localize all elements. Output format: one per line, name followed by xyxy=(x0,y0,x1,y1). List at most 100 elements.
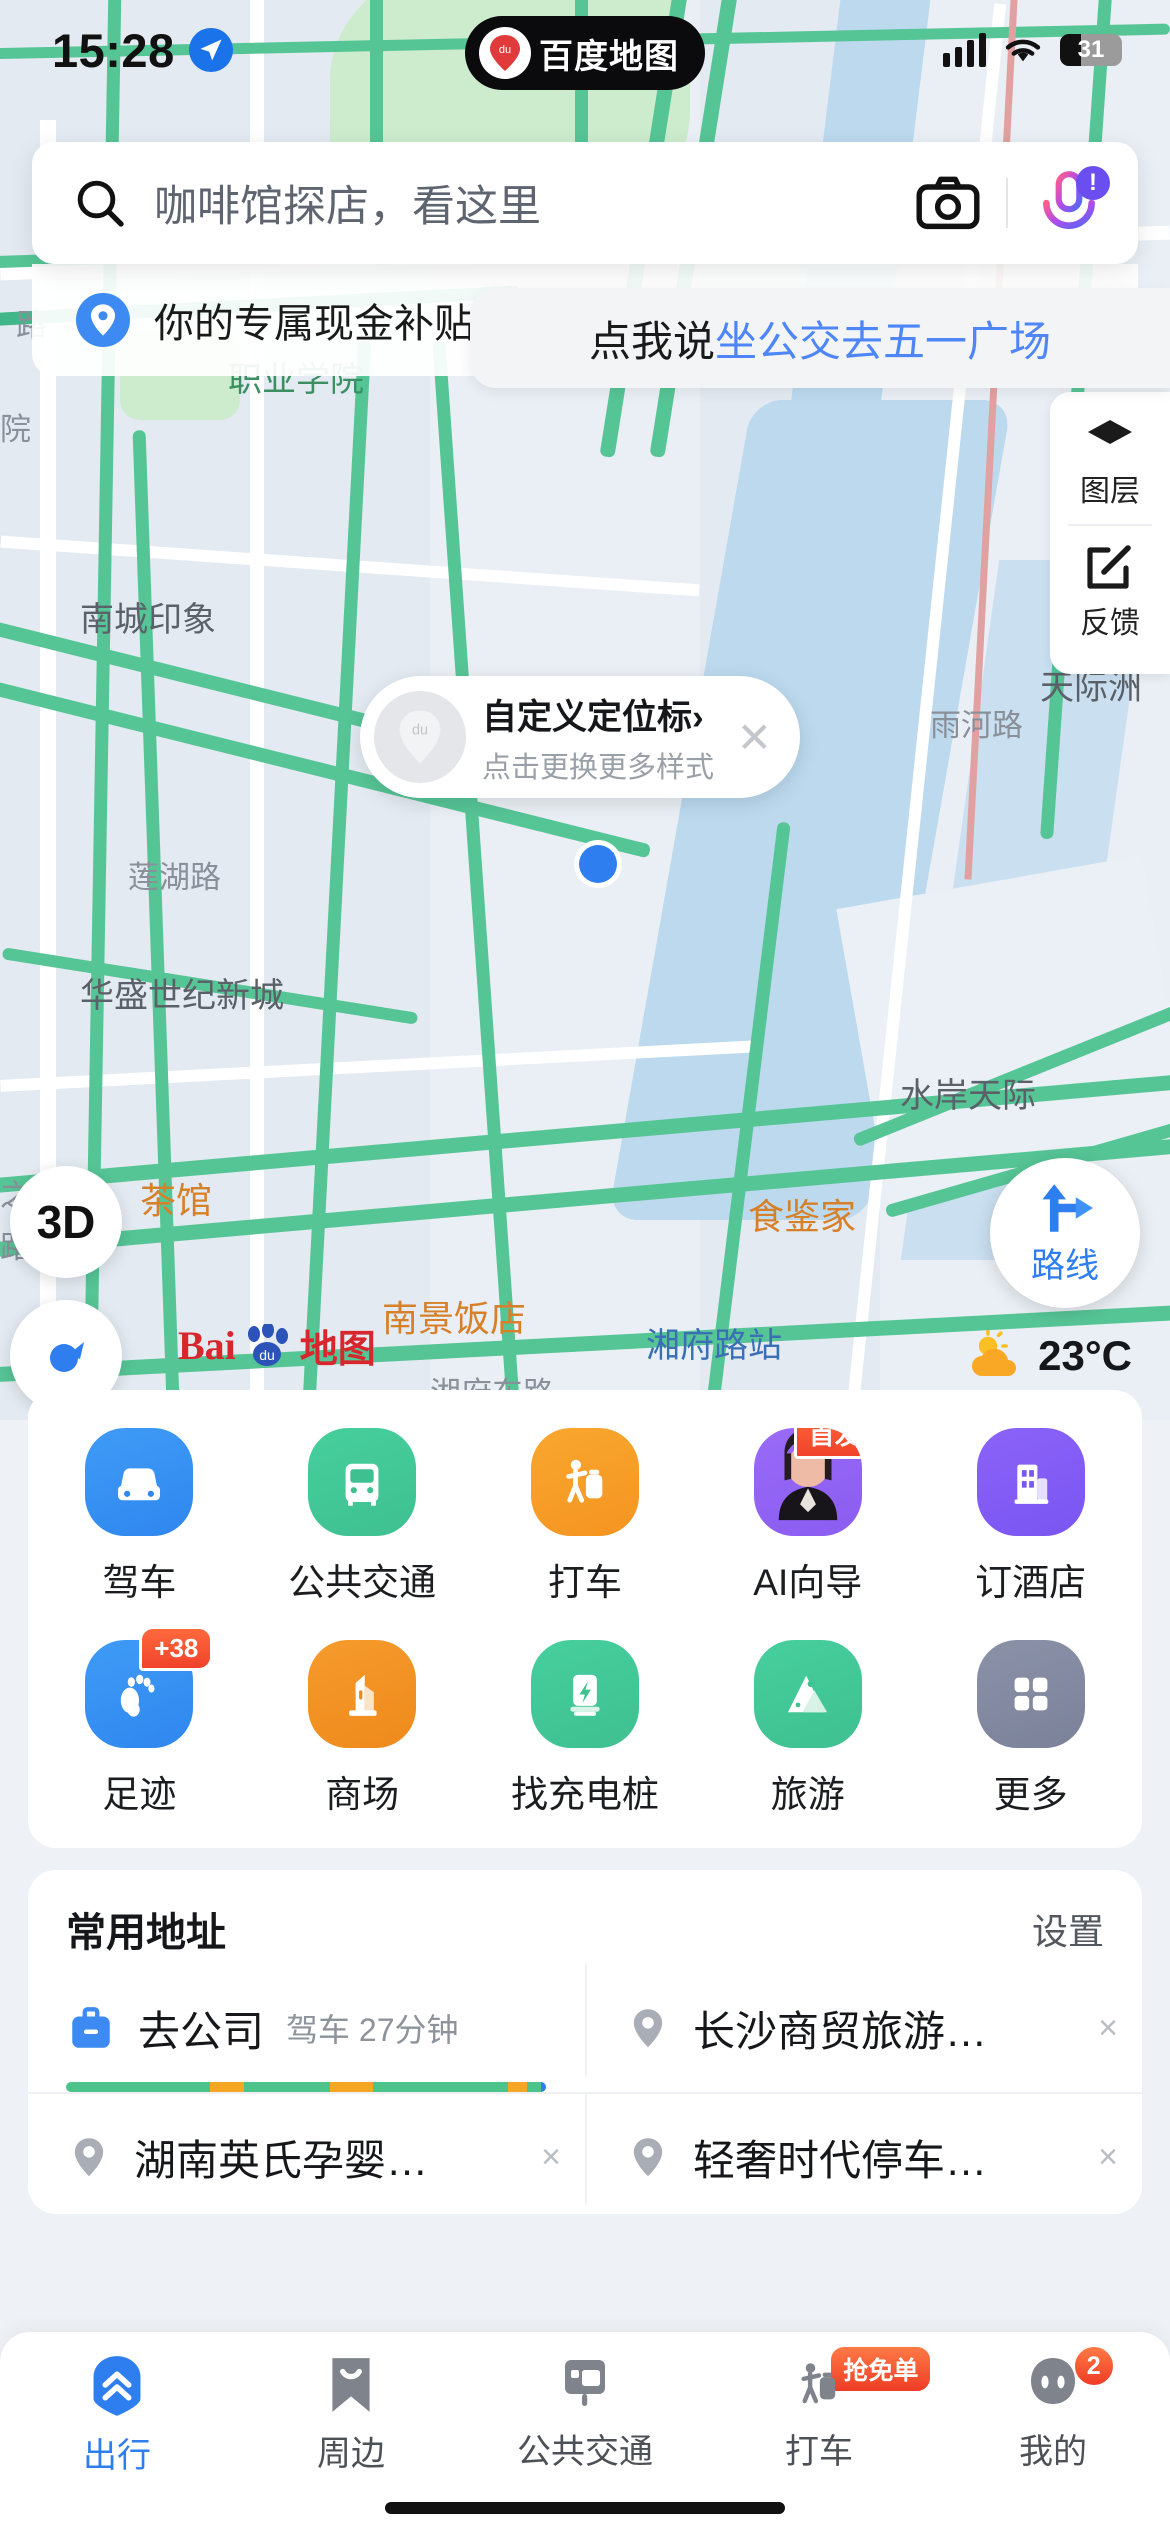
address-name: 湖南英氏孕婴… xyxy=(134,2136,429,2184)
route-label: 路线 xyxy=(1031,1246,1099,1285)
3d-toggle-button[interactable]: 3D xyxy=(10,1166,122,1278)
compass-locate-icon xyxy=(50,1342,84,1372)
map-label: 院 xyxy=(0,412,31,447)
home-indicator xyxy=(385,2502,785,2514)
quick-action-label: 更多 xyxy=(993,1774,1068,1815)
map-label: 华盛世纪新城 xyxy=(80,977,284,1015)
traffic-condition-bar xyxy=(66,2082,546,2092)
map-label: 食鉴家 xyxy=(748,1196,857,1237)
quick-action-label: AI向导 xyxy=(753,1562,863,1603)
map-side-controls: 图层 反馈 xyxy=(1050,392,1170,674)
mic-alert-badge: ! xyxy=(1076,166,1110,200)
quick-action-订酒店[interactable]: 订酒店 xyxy=(919,1428,1142,1606)
quick-action-商场[interactable]: 商场 xyxy=(251,1640,474,1818)
bottom-nav-items: 出行 周边 公共交通 抢免单 打车 2 我的 xyxy=(0,2332,1170,2477)
grid-more-icon xyxy=(976,1640,1085,1748)
search-bar[interactable]: 咖啡馆探店，看这里 ! xyxy=(32,142,1138,264)
footprint-icon: +38 xyxy=(85,1626,214,1748)
quick-action-badge: 首发 xyxy=(793,1428,862,1459)
weather-temperature: 23°C xyxy=(1038,1332,1132,1379)
chevron-right-icon: › xyxy=(692,697,704,737)
quick-action-label: 商场 xyxy=(325,1774,400,1815)
mall-icon xyxy=(308,1640,417,1748)
address-eta: 驾车 27分钟 xyxy=(286,2012,459,2048)
callout-title-text: 自定义定位标 xyxy=(482,697,693,737)
briefcase-icon xyxy=(66,2003,116,2053)
nav-label: 打车 xyxy=(785,2433,853,2471)
nav-label: 公共交通 xyxy=(517,2433,653,2471)
traffic-segment xyxy=(541,2082,546,2092)
layers-button[interactable]: 图层 xyxy=(1050,402,1170,524)
weather-widget[interactable]: 23°C xyxy=(968,1330,1132,1382)
quick-action-label: 找充电桩 xyxy=(510,1774,659,1815)
quick-actions-grid: 驾车 公共交通 打车 首发 AI向导 订酒店 +38 足迹 商场 找充电桩 旅游 更多 xyxy=(28,1428,1142,1818)
nav-label: 周边 xyxy=(317,2435,385,2473)
address-name: 去公司 xyxy=(138,2007,265,2055)
search-input[interactable]: 咖啡馆探店，看这里 xyxy=(154,172,916,234)
traffic-segment xyxy=(507,2082,527,2092)
map-pin-icon xyxy=(66,2134,112,2180)
addresses-settings-button[interactable]: 设置 xyxy=(1032,1903,1104,1955)
map-pin-icon xyxy=(76,293,130,347)
voice-search-button[interactable]: ! xyxy=(1034,166,1110,238)
nav-item-打车[interactable]: 抢免单 打车 xyxy=(702,2344,936,2477)
address-name: 长沙商贸旅游… xyxy=(693,2007,988,2055)
camera-icon[interactable] xyxy=(916,175,980,231)
address-name: 轻奢时代停车… xyxy=(693,2136,988,2184)
map-label: 南城印象 xyxy=(80,601,216,639)
address-item[interactable]: 长沙商贸旅游… × xyxy=(585,1964,1142,2092)
nav-item-出行[interactable]: 出行 xyxy=(0,2354,234,2477)
remove-address-icon[interactable]: × xyxy=(525,2138,561,2177)
quick-action-label: 公共交通 xyxy=(288,1562,437,1603)
nav-label: 我的 xyxy=(1019,2433,1087,2471)
quick-action-label: 订酒店 xyxy=(975,1562,1087,1603)
sun-cloud-icon xyxy=(972,1330,1017,1376)
search-divider xyxy=(1006,178,1008,228)
map-pin-icon xyxy=(625,2005,671,2051)
custom-marker-callout[interactable]: du 自定义定位标› 点击更换更多样式 ✕ xyxy=(360,676,800,798)
feedback-button[interactable]: 反馈 xyxy=(1050,526,1170,656)
quick-action-旅游[interactable]: 旅游 xyxy=(696,1640,919,1818)
close-icon[interactable]: ✕ xyxy=(727,713,782,762)
map-pin-icon xyxy=(625,2134,671,2180)
quick-action-打车[interactable]: 打车 xyxy=(474,1428,697,1606)
svg-text:du: du xyxy=(412,723,428,739)
chevrons-up-icon xyxy=(88,2354,146,2418)
address-item[interactable]: 轻奢时代停车… × xyxy=(585,2092,1142,2204)
quick-action-公共交通[interactable]: 公共交通 xyxy=(251,1428,474,1606)
quick-action-更多[interactable]: 更多 xyxy=(919,1640,1142,1818)
ai-guide-avatar-icon: 首发 xyxy=(753,1428,862,1536)
feedback-label: 反馈 xyxy=(1080,607,1140,640)
map-label: 南景饭店 xyxy=(382,1298,527,1339)
svg-text:du: du xyxy=(259,1347,275,1363)
quick-action-驾车[interactable]: 驾车 xyxy=(28,1428,251,1606)
nav-item-周边[interactable]: 周边 xyxy=(234,2354,468,2477)
addresses-title: 常用地址 xyxy=(66,1911,226,1955)
callout-subtitle: 点击更换更多样式 xyxy=(482,751,715,784)
quick-action-足迹[interactable]: +38 足迹 xyxy=(28,1626,251,1818)
voice-tip-suggestion: 坐公交去五一广场 xyxy=(715,317,1052,365)
hotel-icon xyxy=(976,1428,1085,1536)
quick-action-AI向导[interactable]: 首发 AI向导 xyxy=(696,1428,919,1606)
nav-item-公共交通[interactable]: 公共交通 xyxy=(468,2354,702,2477)
callout-body: 自定义定位标› 点击更换更多样式 xyxy=(482,689,727,786)
voice-suggestion-tooltip[interactable]: 点我说 坐公交去五一广场 xyxy=(470,288,1170,388)
address-item[interactable]: 去公司 驾车 27分钟 xyxy=(28,1964,585,2092)
traffic-segment xyxy=(210,2082,244,2092)
nav-label: 出行 xyxy=(83,2437,151,2475)
route-button[interactable]: 路线 xyxy=(990,1158,1140,1308)
mountain-icon xyxy=(753,1640,862,1748)
remove-address-icon[interactable]: × xyxy=(1082,2009,1118,2048)
traffic-segment xyxy=(66,2082,210,2092)
nav-item-我的[interactable]: 2 我的 xyxy=(936,2344,1170,2477)
traffic-segment xyxy=(330,2082,374,2092)
map-label: 茶馆 xyxy=(140,1180,213,1221)
remove-address-icon[interactable]: × xyxy=(1082,2138,1118,2177)
traffic-segment xyxy=(526,2082,542,2092)
edit-feedback-icon xyxy=(1087,545,1131,589)
transit-card-icon xyxy=(557,2354,613,2414)
current-location-dot xyxy=(572,838,624,890)
address-item[interactable]: 湖南英氏孕婴… × xyxy=(28,2092,585,2204)
quick-action-找充电桩[interactable]: 找充电桩 xyxy=(474,1640,697,1818)
car-icon xyxy=(85,1428,194,1536)
